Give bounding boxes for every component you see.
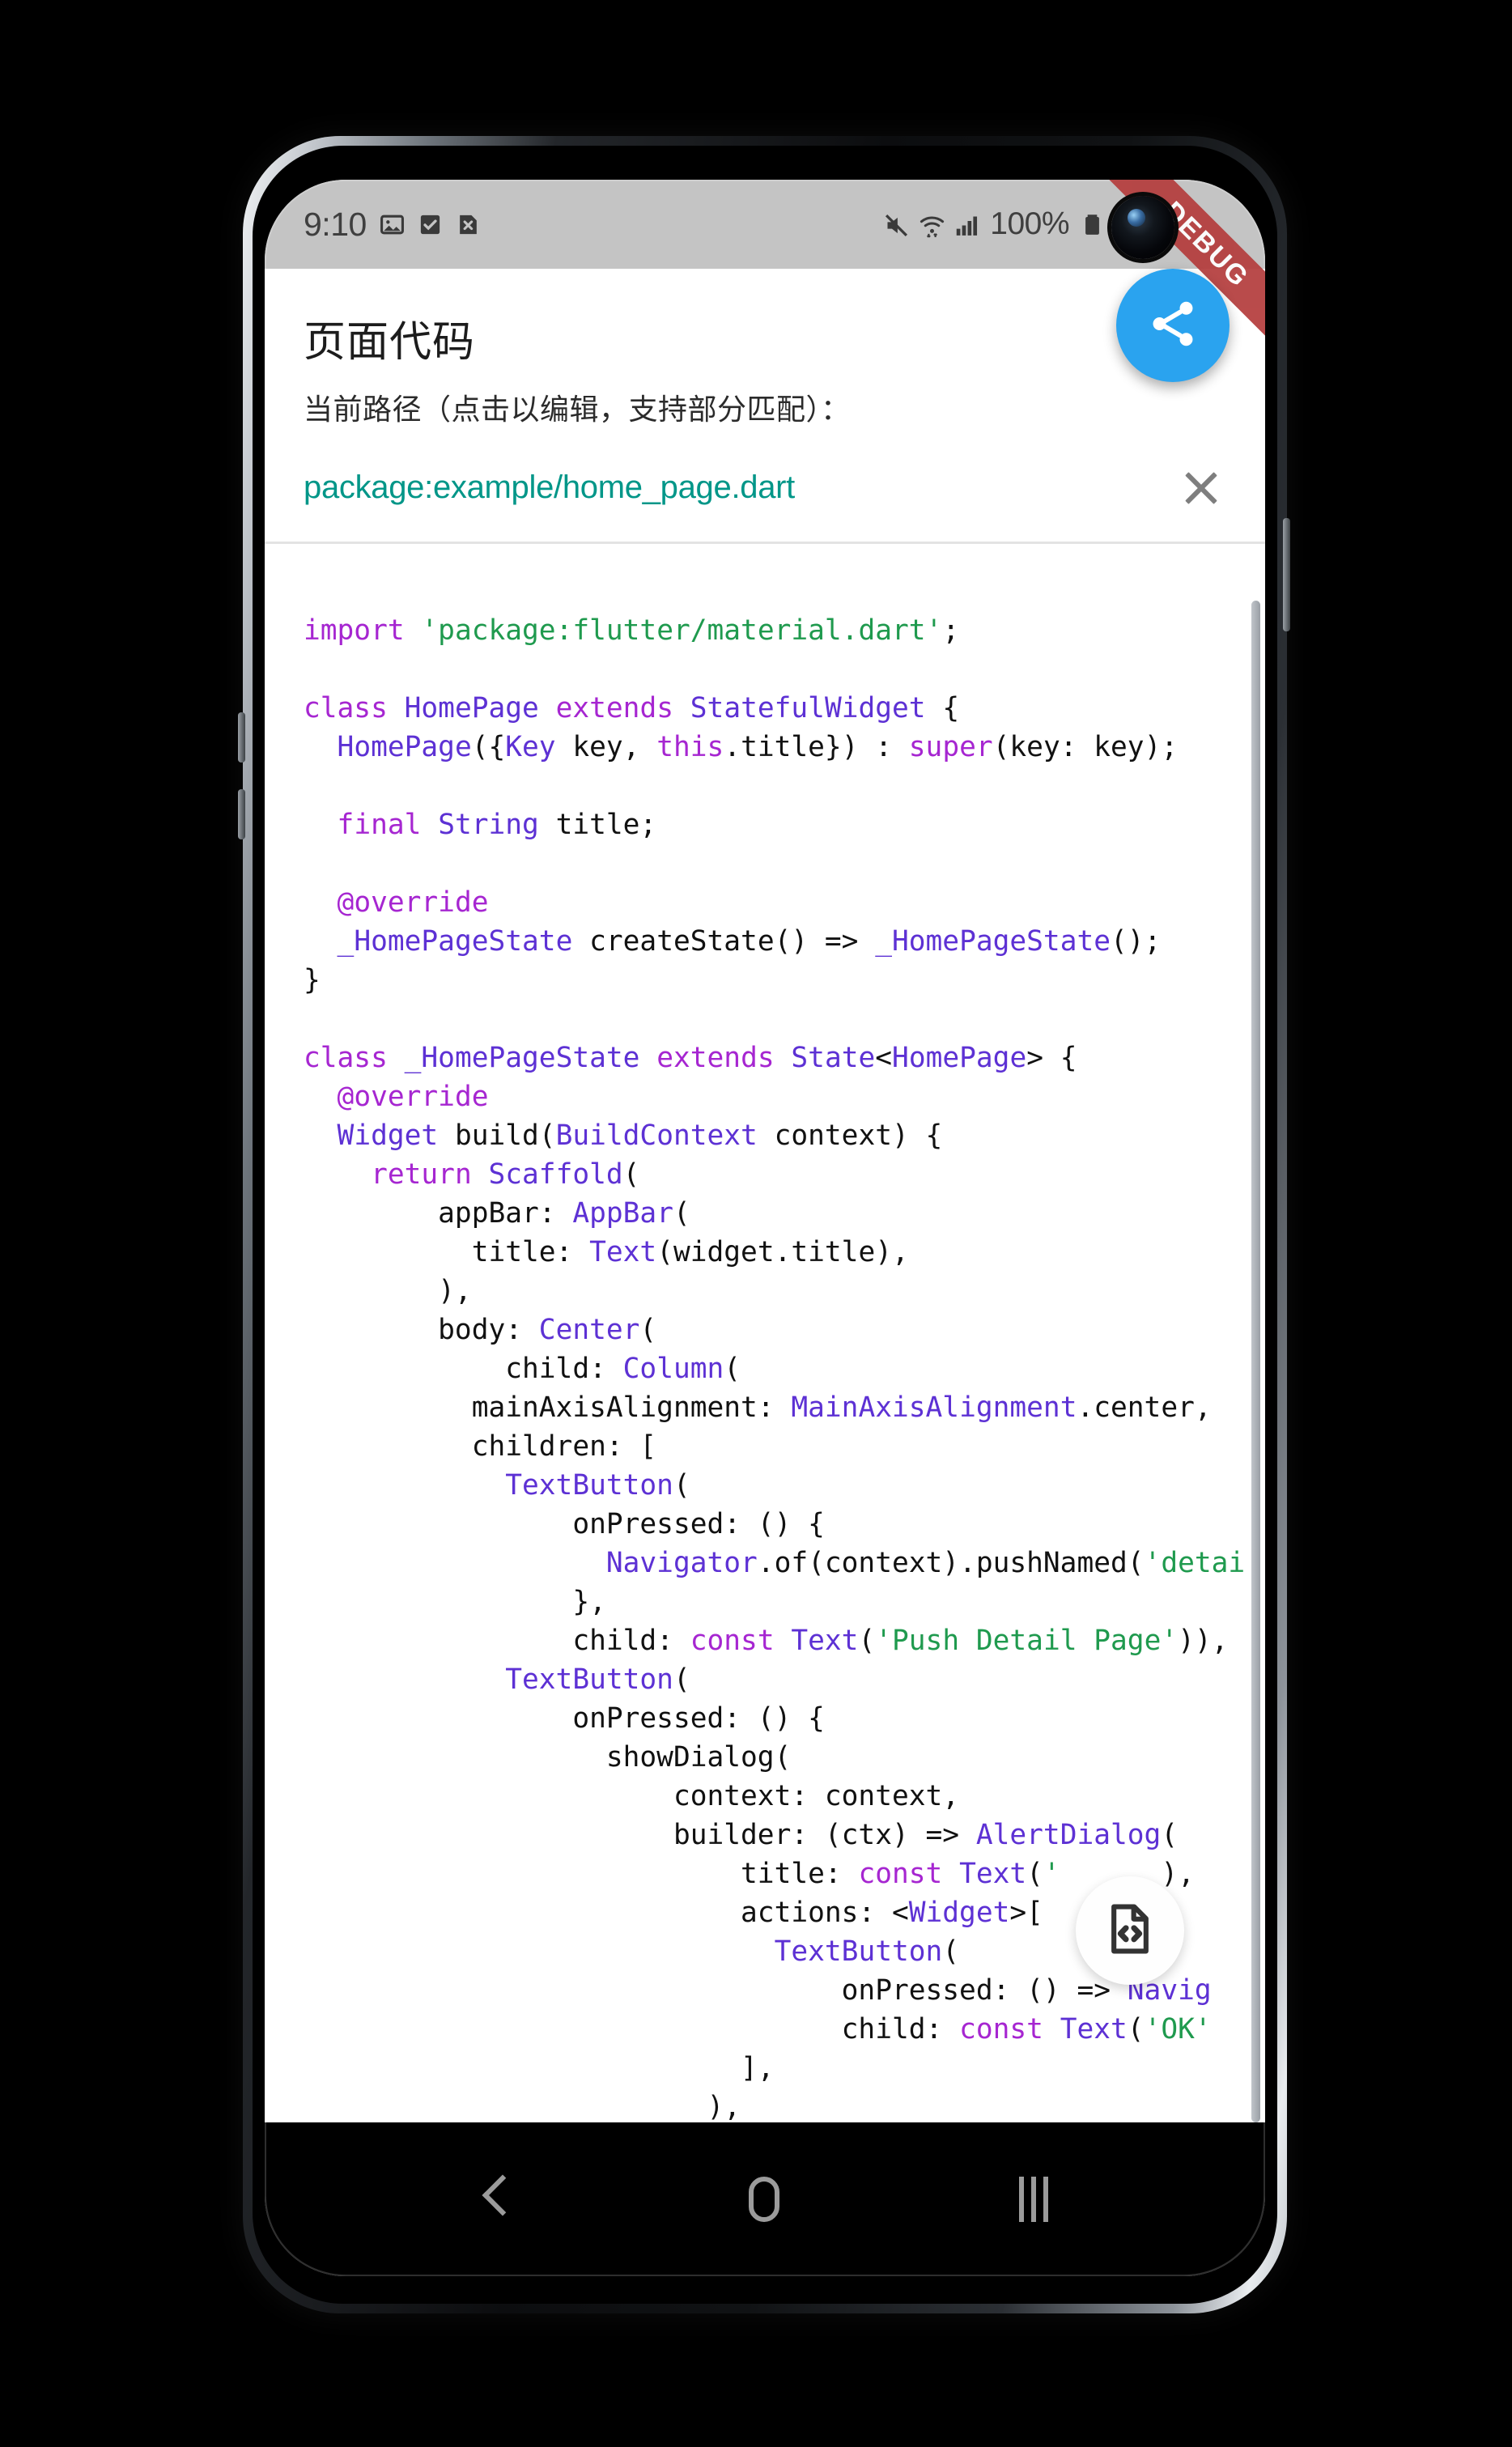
screenshot-root: 9:10 100% DEBUG 页面代码 当前路径（点击以编辑，支持部分匹配）：… xyxy=(0,0,1512,2447)
mute-icon xyxy=(883,212,908,237)
current-path-row[interactable]: package:example/home_page.dart xyxy=(265,428,1265,542)
battery-percent-label: 100% xyxy=(990,206,1069,241)
image-icon xyxy=(380,212,405,237)
code-fab-button[interactable] xyxy=(1076,1876,1184,1985)
volume-up-button[interactable] xyxy=(238,712,245,763)
battery-full-icon xyxy=(1080,212,1105,237)
system-navigation-bar xyxy=(265,2122,1265,2276)
code-vertical-scrollbar[interactable] xyxy=(1251,601,1260,2122)
status-clock: 9:10 xyxy=(304,205,367,243)
page-title: 页面代码 xyxy=(304,319,476,366)
header-divider xyxy=(265,542,1265,544)
share-fab-button[interactable] xyxy=(1116,269,1230,382)
power-button[interactable] xyxy=(1283,518,1290,631)
front-camera-punch-hole xyxy=(1111,196,1174,259)
current-path-value[interactable]: package:example/home_page.dart xyxy=(304,469,1179,506)
cellular-signal-icon xyxy=(954,212,979,237)
wifi-icon xyxy=(919,212,945,238)
share-icon xyxy=(1146,297,1200,355)
nav-home-icon[interactable] xyxy=(749,2177,779,2222)
status-bar-left: 9:10 xyxy=(304,206,481,244)
close-icon[interactable] xyxy=(1179,465,1223,509)
nav-back-icon[interactable] xyxy=(482,2177,509,2221)
path-hint-label: 当前路径（点击以编辑，支持部分匹配）： xyxy=(304,393,851,426)
volume-down-button[interactable] xyxy=(238,789,245,839)
nav-recents-icon[interactable] xyxy=(1019,2177,1048,2222)
page-header: 页面代码 当前路径（点击以编辑，支持部分匹配）： package:example… xyxy=(265,269,1265,544)
file-x-icon xyxy=(456,212,481,237)
file-code-icon xyxy=(1102,1901,1158,1961)
checkbox-icon xyxy=(418,212,443,237)
phone-screen: 9:10 100% DEBUG 页面代码 当前路径（点击以编辑，支持部分匹配）：… xyxy=(265,180,1265,2276)
